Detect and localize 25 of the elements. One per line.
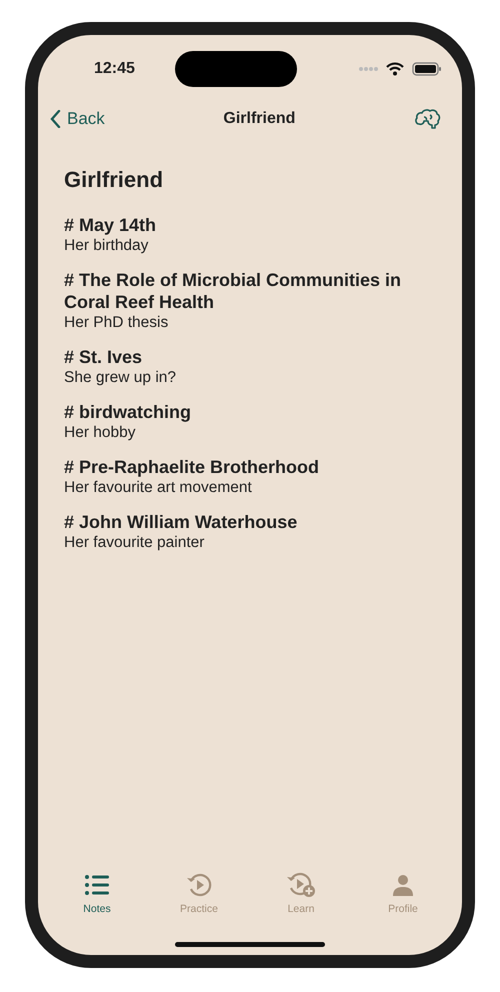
note-subtitle: Her birthday [64, 236, 150, 256]
note-title[interactable]: # The Role of Microbial Communities in Coral Reef Health [64, 269, 436, 313]
note-title[interactable]: # May 14th [64, 214, 436, 236]
wifi-icon [386, 62, 404, 76]
note-subtitle: Her PhD thesis [64, 313, 170, 333]
person-icon [392, 872, 414, 898]
note-subtitle: Her favourite painter [64, 533, 206, 553]
note-subtitle: She grew up in? [64, 368, 178, 388]
battery-icon [412, 62, 442, 76]
note-subtitle: Her favourite art movement [64, 478, 253, 498]
note-title[interactable]: # St. Ives [64, 346, 436, 368]
note-title[interactable]: # John William Waterhouse [64, 511, 436, 533]
status-time: 12:45 [94, 59, 135, 79]
nav-title: Girlfriend [223, 109, 296, 129]
page-heading: Girlfriend [64, 166, 164, 194]
note-title[interactable]: # birdwatching [64, 401, 436, 423]
note-subtitle: Her hobby [64, 423, 137, 443]
note-title[interactable]: # Pre-Raphaelite Brotherhood [64, 456, 436, 478]
back-button[interactable]: Back [50, 106, 105, 132]
signal-icon [358, 66, 378, 72]
replay-plus-icon [286, 872, 316, 898]
chevron-icon [50, 110, 61, 128]
tab-button[interactable]: Notes [62, 872, 132, 918]
replay-icon [186, 872, 212, 898]
brain-icon[interactable] [414, 107, 442, 131]
